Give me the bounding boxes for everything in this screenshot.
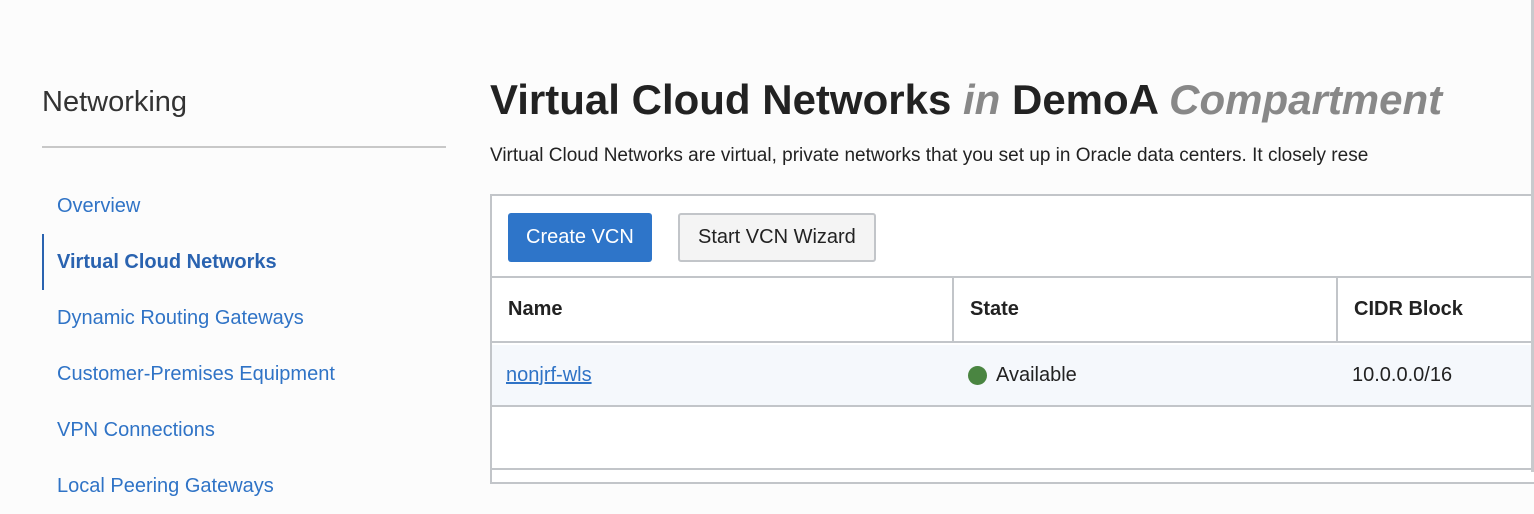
status-available-icon (968, 365, 987, 385)
cidr-block-value: 10.0.0.0/16 (1352, 363, 1453, 386)
table-row: nonjrf-wls Available 10.0.0.0/16 (492, 345, 1534, 407)
title-compartment: DemoA (1011, 76, 1158, 123)
sidebar-item-dynamic-routing-gateways[interactable]: Dynamic Routing Gateways (42, 290, 446, 346)
sidebar-title: Networking (42, 86, 188, 118)
status-text: Available (996, 363, 1077, 386)
sidebar-divider (42, 146, 446, 148)
title-main: Virtual Cloud Networks (490, 76, 952, 123)
title-suffix: Compartment (1169, 76, 1443, 123)
title-in: in (962, 76, 1001, 123)
sidebar-item-customer-premises-equipment[interactable]: Customer-Premises Equipment (42, 346, 446, 402)
sidebar-item-vpn-connections[interactable]: VPN Connections (42, 402, 446, 458)
sidebar-nav: Overview Virtual Cloud Networks Dynamic … (42, 178, 446, 514)
sidebar-item-local-peering-gateways[interactable]: Local Peering Gateways (42, 458, 446, 514)
vcn-table-panel: Create VCN Start VCN Wizard Name State C… (490, 194, 1534, 484)
vcn-name-link[interactable]: nonjrf-wls (506, 364, 592, 387)
start-vcn-wizard-button[interactable]: Start VCN Wizard (678, 213, 876, 262)
sidebar-item-overview[interactable]: Overview (42, 178, 446, 234)
column-header-cidr-block[interactable]: CIDR Block (1338, 278, 1463, 341)
page-title: Virtual Cloud Networks in DemoA Compartm… (490, 76, 1442, 124)
sidebar-item-virtual-cloud-networks[interactable]: Virtual Cloud Networks (42, 234, 446, 290)
column-header-state[interactable]: State (954, 278, 1338, 341)
page-description: Virtual Cloud Networks are virtual, priv… (490, 145, 1369, 166)
column-header-name[interactable]: Name (492, 278, 954, 341)
table-footer-divider (492, 468, 1534, 470)
create-vcn-button[interactable]: Create VCN (508, 213, 652, 262)
table-header: Name State CIDR Block (492, 276, 1534, 343)
